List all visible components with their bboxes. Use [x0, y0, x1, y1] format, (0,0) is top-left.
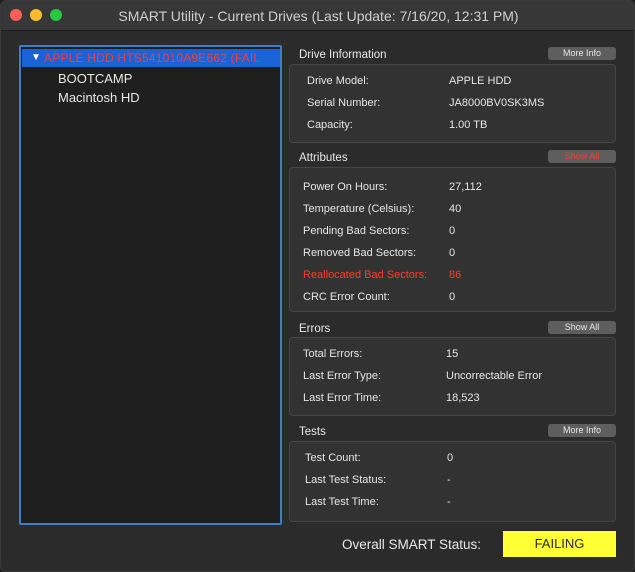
smart-utility-window: SMART Utility - Current Drives (Last Upd…	[0, 0, 635, 572]
serial-number-value: JA8000BV0SK3MS	[449, 97, 545, 109]
window-title: SMART Utility - Current Drives (Last Upd…	[118, 8, 519, 24]
disclosure-triangle-icon[interactable]: ▼	[31, 52, 41, 63]
attributes-heading: Attributes	[299, 152, 348, 164]
drive-list[interactable]: ▼ APPLE HDD HTS541010A9E662 (FAIL BOOTCA…	[19, 45, 282, 525]
drive-name: APPLE HDD HTS541010A9E662 (FAIL	[44, 51, 261, 65]
title-bar: SMART Utility - Current Drives (Last Upd…	[1, 1, 634, 31]
drive-information-panel: Drive Model: APPLE HDD Serial Number: JA…	[289, 64, 616, 143]
last-error-type-value: Uncorrectable Error	[446, 370, 542, 382]
last-error-time-value: 18,523	[446, 392, 480, 404]
power-on-hours-label: Power On Hours:	[303, 181, 388, 193]
total-errors-value: 15	[446, 348, 459, 360]
drive-information-heading: Drive Information	[299, 49, 387, 61]
power-on-hours-value: 27,112	[449, 181, 482, 193]
overall-smart-status-badge: FAILING	[503, 531, 616, 557]
overall-smart-status-label: Overall SMART Status:	[342, 537, 482, 552]
removed-bad-sectors-label: Removed Bad Sectors:	[303, 247, 417, 259]
last-test-status-label: Last Test Status:	[305, 474, 387, 486]
capacity-value: 1.00 TB	[449, 119, 488, 131]
tests-more-info-button[interactable]: More Info	[548, 424, 616, 437]
drive-model-value: APPLE HDD	[449, 75, 512, 87]
temperature-label: Temperature (Celsius):	[303, 203, 415, 215]
drive-list-item-selected[interactable]: ▼ APPLE HDD HTS541010A9E662 (FAIL	[22, 49, 280, 67]
last-test-time-label: Last Test Time:	[305, 496, 379, 508]
crc-error-count-value: 0	[449, 291, 456, 303]
crc-error-count-label: CRC Error Count:	[303, 291, 390, 303]
test-count-label: Test Count:	[305, 452, 361, 464]
removed-bad-sectors-value: 0	[449, 247, 456, 259]
drive-info-more-info-button[interactable]: More Info	[548, 47, 616, 60]
serial-number-label: Serial Number:	[307, 97, 381, 109]
tests-heading: Tests	[299, 426, 326, 438]
temperature-value: 40	[449, 203, 462, 215]
last-test-status-value: -	[447, 474, 451, 486]
attributes-show-all-button[interactable]: Show All	[548, 150, 616, 163]
test-count-value: 0	[447, 452, 454, 464]
volume-item-macintosh-hd[interactable]: Macintosh HD	[58, 90, 140, 105]
pending-bad-sectors-label: Pending Bad Sectors:	[303, 225, 410, 237]
errors-heading: Errors	[299, 323, 331, 335]
drive-model-label: Drive Model:	[307, 75, 369, 87]
attributes-panel: Power On Hours: 27,112 Temperature (Cels…	[289, 167, 616, 312]
last-error-type-label: Last Error Type:	[303, 370, 382, 382]
last-error-time-label: Last Error Time:	[303, 392, 382, 404]
errors-show-all-button[interactable]: Show All	[548, 321, 616, 334]
pending-bad-sectors-value: 0	[449, 225, 456, 237]
total-errors-label: Total Errors:	[303, 348, 363, 360]
reallocated-bad-sectors-label: Reallocated Bad Sectors:	[303, 269, 428, 281]
volume-item-bootcamp[interactable]: BOOTCAMP	[58, 71, 132, 86]
capacity-label: Capacity:	[307, 119, 353, 131]
errors-panel: Total Errors: 15 Last Error Type: Uncorr…	[289, 337, 616, 416]
reallocated-bad-sectors-value: 86	[449, 269, 462, 281]
tests-panel: Test Count: 0 Last Test Status: - Last T…	[289, 441, 616, 522]
last-test-time-value: -	[447, 496, 451, 508]
